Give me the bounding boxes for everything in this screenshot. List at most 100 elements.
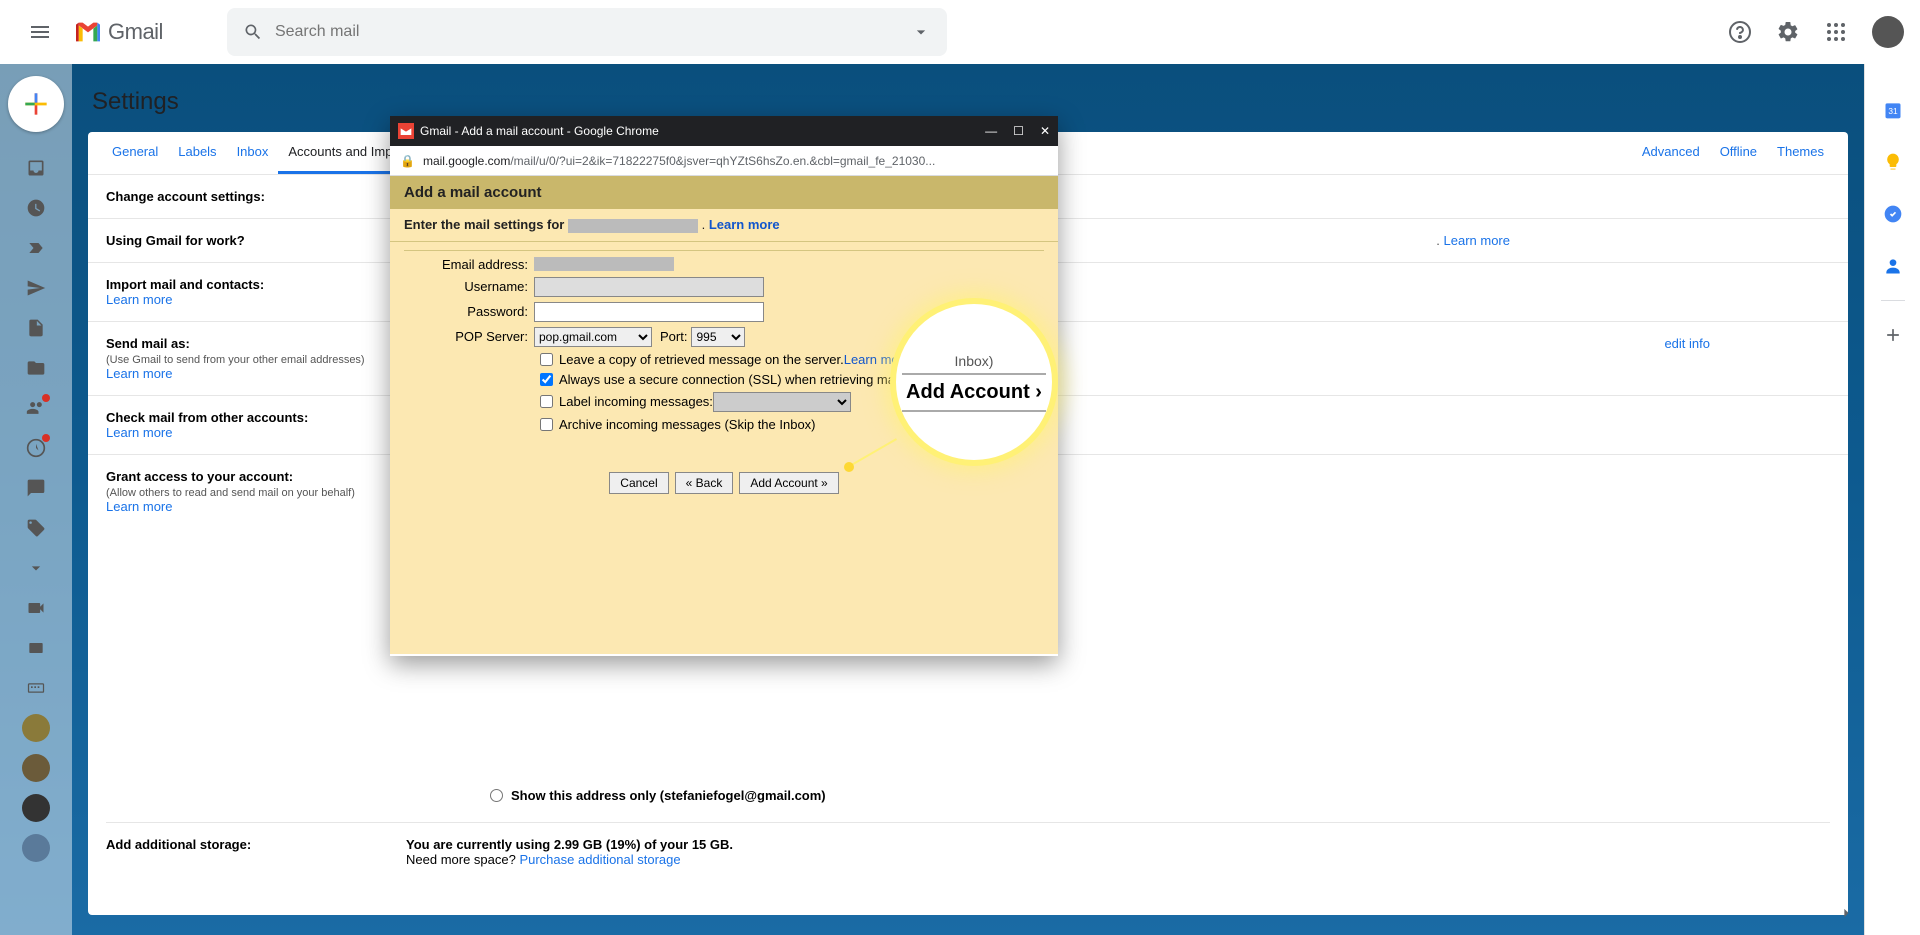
callout-dot	[844, 462, 854, 472]
cancel-button[interactable]: Cancel	[609, 472, 668, 494]
important-icon[interactable]	[12, 232, 60, 264]
tab-inbox[interactable]: Inbox	[227, 132, 279, 174]
dialog-favicon	[398, 123, 414, 139]
pop-server-label: POP Server:	[404, 329, 534, 344]
sent-icon[interactable]	[12, 272, 60, 304]
keep-app-icon[interactable]	[1873, 142, 1913, 182]
ssl-label: Always use a secure connection (SSL) whe…	[559, 372, 904, 387]
ssl-checkbox[interactable]	[540, 373, 553, 386]
search-bar[interactable]	[227, 8, 947, 56]
social-icon[interactable]	[12, 392, 60, 424]
updates-icon[interactable]	[12, 432, 60, 464]
hangouts-contact-2[interactable]	[22, 754, 50, 782]
label-incoming-label: Label incoming messages:	[559, 394, 713, 409]
magnifier-main-text: Add Account ›	[902, 373, 1046, 412]
tab-offline[interactable]: Offline	[1710, 132, 1767, 174]
apps-grid-icon[interactable]	[1816, 12, 1856, 52]
dialog-url-path: /mail/u/0/?ui=2&ik=71822275f0&jsver=qhYZ…	[510, 154, 935, 168]
grant-access-sub: (Allow others to read and send mail on y…	[106, 487, 355, 499]
check-mail-label: Check mail from other accounts:	[106, 410, 308, 425]
import-label: Import mail and contacts:	[106, 277, 264, 292]
storage-line1: You are currently using 2.99 GB (19%) of…	[406, 837, 733, 852]
dialog-subheader-prefix: Enter the mail settings for	[404, 217, 568, 232]
username-input[interactable]	[534, 277, 764, 297]
drafts-icon[interactable]	[12, 312, 60, 344]
tab-general[interactable]: General	[102, 132, 168, 174]
check-mail-learn-more[interactable]: Learn more	[106, 425, 172, 440]
label-incoming-checkbox[interactable]	[540, 395, 553, 408]
meet-icon[interactable]	[12, 592, 60, 624]
tasks-app-icon[interactable]	[1873, 194, 1913, 234]
categories-icon[interactable]	[12, 352, 60, 384]
support-icon[interactable]	[1720, 12, 1760, 52]
send-as-label: Send mail as:	[106, 336, 190, 351]
inbox-icon[interactable]	[12, 152, 60, 184]
redacted-email-value	[534, 257, 674, 271]
label-incoming-select[interactable]	[713, 392, 851, 412]
storage-line2a: Need more space?	[406, 852, 519, 867]
dialog-url-host: mail.google.com	[423, 154, 510, 168]
hangouts-icon[interactable]	[12, 632, 60, 664]
show-address-label: Show this address only (stefaniefogel@gm…	[511, 788, 826, 803]
compose-button[interactable]	[8, 76, 64, 132]
promotions-icon[interactable]	[12, 512, 60, 544]
minimize-icon[interactable]: —	[985, 124, 997, 138]
left-rail	[0, 64, 72, 935]
send-as-learn-more[interactable]: Learn more	[106, 366, 172, 381]
snoozed-icon[interactable]	[12, 192, 60, 224]
password-input[interactable]	[534, 302, 764, 322]
leave-copy-label: Leave a copy of retrieved message on the…	[559, 352, 844, 367]
account-avatar[interactable]	[1872, 16, 1904, 48]
main-menu-icon[interactable]	[16, 8, 64, 56]
add-account-button[interactable]: Add Account »	[739, 472, 838, 494]
pop-server-select[interactable]: pop.gmail.com	[534, 327, 652, 347]
settings-gear-icon[interactable]	[1768, 12, 1808, 52]
back-button[interactable]: « Back	[675, 472, 734, 494]
archive-label: Archive incoming messages (Skip the Inbo…	[559, 417, 816, 432]
tab-labels[interactable]: Labels	[168, 132, 226, 174]
show-address-radio[interactable]	[490, 789, 503, 802]
magnifier-callout: Inbox) Add Account ›	[896, 304, 1052, 460]
gmail-logo[interactable]: Gmail	[72, 16, 163, 48]
search-icon	[243, 22, 263, 42]
purchase-storage-link[interactable]: Purchase additional storage	[519, 852, 680, 867]
dialog-subheader-suffix: .	[702, 217, 709, 232]
addons-plus-icon[interactable]	[1873, 315, 1913, 355]
hangouts-contact-1[interactable]	[22, 714, 50, 742]
password-label: Password:	[404, 304, 534, 319]
right-side-panel: 31	[1864, 64, 1920, 935]
calendar-app-icon[interactable]: 31	[1873, 90, 1913, 130]
edit-info-link[interactable]: edit info	[1664, 336, 1830, 381]
grant-access-learn-more[interactable]: Learn more	[106, 499, 172, 514]
svg-text:31: 31	[1888, 106, 1898, 116]
storage-label: Add additional storage:	[106, 837, 251, 852]
redacted-email	[568, 219, 698, 233]
leave-copy-checkbox[interactable]	[540, 353, 553, 366]
page-title: Settings	[92, 88, 1848, 116]
send-as-sub: (Use Gmail to send from your other email…	[106, 354, 365, 366]
using-work-learn-more[interactable]: Learn more	[1444, 233, 1510, 248]
forums-icon[interactable]	[12, 472, 60, 504]
hangouts-contact-3[interactable]	[22, 794, 50, 822]
dialog-window-title: Gmail - Add a mail account - Google Chro…	[420, 124, 659, 138]
import-learn-more[interactable]: Learn more	[106, 292, 172, 307]
maximize-icon[interactable]: ☐	[1013, 124, 1024, 138]
contacts-app-icon[interactable]	[1873, 246, 1913, 286]
tab-themes[interactable]: Themes	[1767, 132, 1834, 174]
more-icon[interactable]	[12, 552, 60, 584]
hangouts-contact-4[interactable]	[22, 834, 50, 862]
dialog-subheader-learn-more[interactable]: Learn more	[709, 217, 780, 232]
tab-advanced[interactable]: Advanced	[1632, 132, 1710, 174]
keyboard-icon[interactable]	[12, 672, 60, 704]
gmail-logo-text: Gmail	[108, 19, 163, 45]
close-icon[interactable]: ✕	[1040, 124, 1050, 138]
search-options-icon[interactable]	[911, 22, 931, 42]
search-input[interactable]	[275, 23, 911, 41]
change-account-label: Change account settings:	[106, 189, 265, 204]
archive-checkbox[interactable]	[540, 418, 553, 431]
grant-access-label: Grant access to your account:	[106, 469, 293, 484]
email-label: Email address:	[404, 257, 534, 272]
expand-panel-icon[interactable]	[1836, 903, 1856, 923]
username-label: Username:	[404, 279, 534, 294]
port-select[interactable]: 995	[691, 327, 745, 347]
